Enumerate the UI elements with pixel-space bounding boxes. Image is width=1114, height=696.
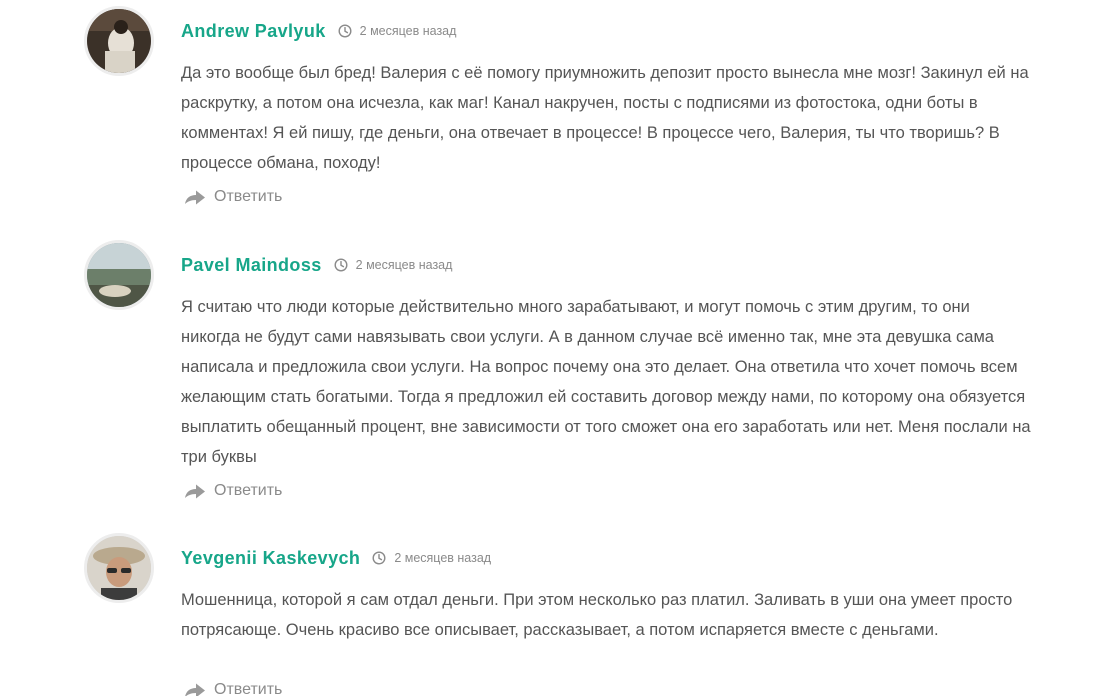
avatar[interactable] — [84, 240, 154, 310]
comment-header: Pavel Maindoss 2 месяцев назад — [181, 252, 452, 278]
avatar-photo — [87, 536, 151, 600]
reply-label: Ответить — [214, 482, 283, 499]
clock-icon — [372, 551, 386, 565]
reply-button[interactable]: Ответить — [184, 681, 282, 696]
avatar-photo — [87, 9, 151, 73]
comment-text: Да это вообще был бред! Валерия с её пом… — [181, 64, 1029, 172]
reply-button[interactable]: Ответить — [184, 482, 282, 500]
avatar-photo — [87, 243, 151, 307]
avatar[interactable] — [84, 533, 154, 603]
comments-list: Andrew Pavlyuk 2 месяцев назад Да это во… — [0, 0, 1114, 696]
comment-meta: 2 месяцев назад — [334, 258, 453, 272]
comment-time[interactable]: 2 месяцев назад — [356, 258, 453, 272]
avatar[interactable] — [84, 6, 154, 76]
reply-label: Ответить — [214, 681, 283, 696]
reply-label: Ответить — [214, 188, 283, 205]
comment-text: Мошенница, которой я сам отдал деньги. П… — [181, 591, 1013, 639]
clock-icon — [338, 24, 352, 38]
reply-arrow-icon — [184, 188, 206, 206]
comment-meta: 2 месяцев назад — [372, 551, 491, 565]
reply-arrow-icon — [184, 681, 206, 696]
comment-text: Я считаю что люди которые действительно … — [181, 298, 1031, 466]
comment-author[interactable]: Yevgenii Kaskevych — [181, 548, 360, 569]
comment-time[interactable]: 2 месяцев назад — [360, 24, 457, 38]
comment-author[interactable]: Andrew Pavlyuk — [181, 21, 326, 42]
reply-arrow-icon — [184, 482, 206, 500]
comment-time[interactable]: 2 месяцев назад — [394, 551, 491, 565]
reply-button[interactable]: Ответить — [184, 188, 282, 206]
clock-icon — [334, 258, 348, 272]
comment-author[interactable]: Pavel Maindoss — [181, 255, 322, 276]
comment-meta: 2 месяцев назад — [338, 24, 457, 38]
comment-header: Yevgenii Kaskevych 2 месяцев назад — [181, 545, 491, 571]
comment-header: Andrew Pavlyuk 2 месяцев назад — [181, 18, 456, 44]
